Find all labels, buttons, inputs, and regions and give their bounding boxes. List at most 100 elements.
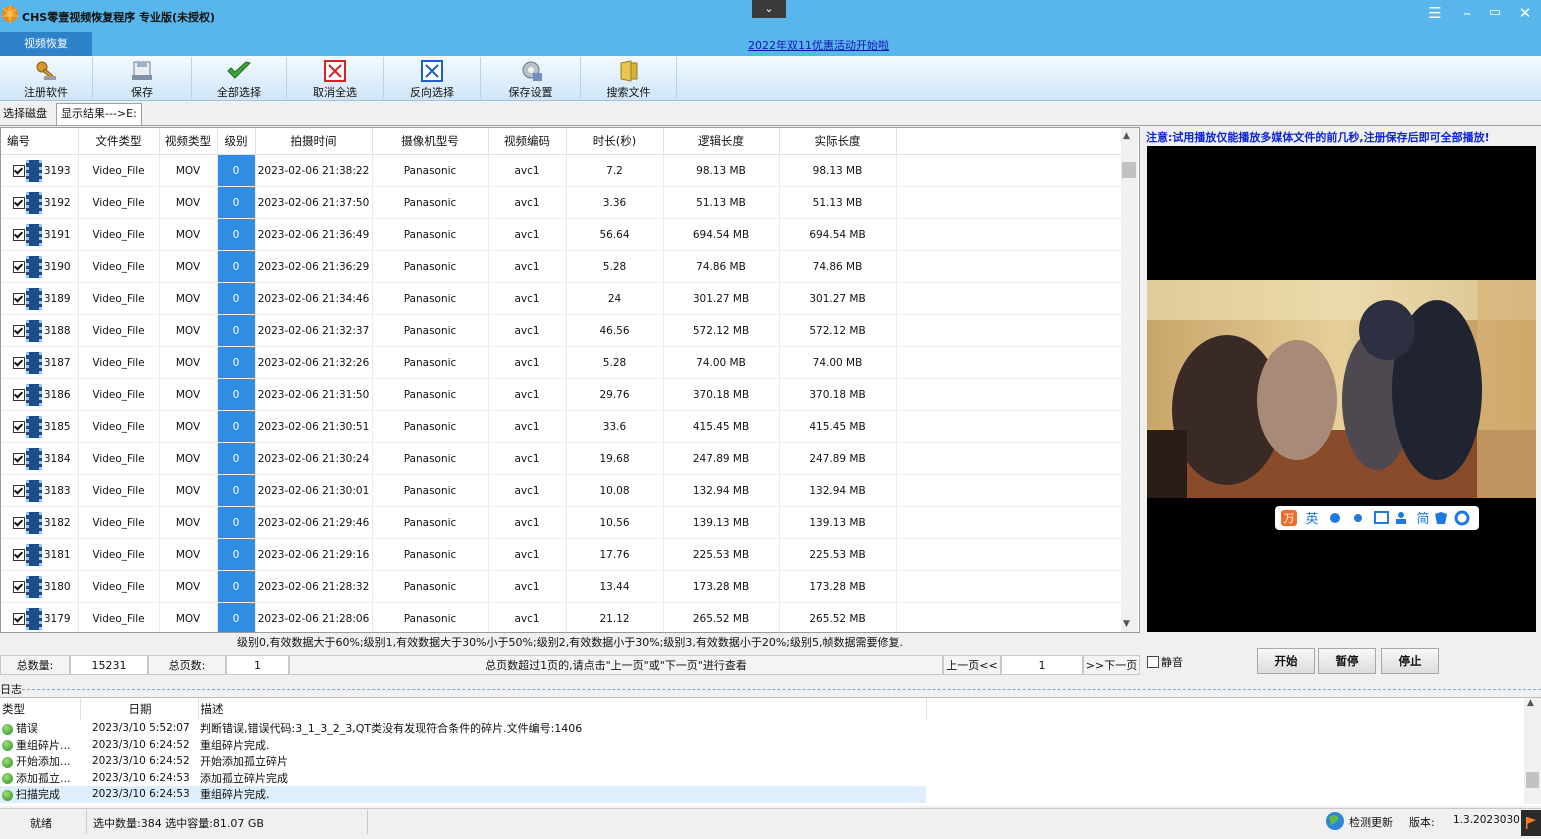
ime-toolbar[interactable]: 万 英 简 xyxy=(1275,506,1479,530)
table-row[interactable]: 3184 Video_File MOV 0 2023-02-06 21:30:24 Pan… xyxy=(1,442,1122,475)
table-row[interactable]: 3179 Video_File MOV 0 2023-02-06 21:28:06 Pan… xyxy=(1,602,1122,632)
column-header[interactable]: 视频类型 xyxy=(159,128,218,155)
log-vertical-scrollbar[interactable]: ▲ xyxy=(1524,698,1541,804)
save-settings-button[interactable]: 保存设置 xyxy=(481,57,581,99)
table-cell: 225.53 MB xyxy=(779,538,897,571)
prev-page-button[interactable]: 上一页<< xyxy=(943,655,1001,675)
mute-checkbox[interactable] xyxy=(1147,656,1159,668)
log-scroll-up-icon[interactable]: ▲ xyxy=(1527,698,1534,708)
row-checkbox[interactable] xyxy=(12,324,25,337)
save-button[interactable]: 保存 xyxy=(93,57,192,99)
ime-simplified-label[interactable]: 简 xyxy=(1416,511,1429,527)
restore-button[interactable]: ▭ xyxy=(1481,2,1509,24)
select-all-button[interactable]: 全部选择 xyxy=(192,57,287,99)
stop-button[interactable]: 停止 xyxy=(1381,648,1439,674)
table-row[interactable]: 3180 Video_File MOV 0 2023-02-06 21:28:32 Pan… xyxy=(1,570,1122,603)
tab-video-recovery[interactable]: 视频恢复 xyxy=(0,32,92,56)
title-dropdown-button[interactable]: ⌄ xyxy=(752,0,786,18)
menu-icon[interactable]: ☰ xyxy=(1421,2,1449,24)
row-checkbox[interactable] xyxy=(12,420,25,433)
invert-selection-button[interactable]: 反向选择 xyxy=(384,57,481,99)
log-row[interactable]: 错误 2023/3/10 5:52:07 判断错误,错误代码:3_1_3_2_3,Q… xyxy=(0,720,926,737)
row-checkbox[interactable] xyxy=(12,580,25,593)
column-header[interactable]: 文件类型 xyxy=(78,128,160,155)
row-checkbox[interactable] xyxy=(12,388,25,401)
column-header[interactable]: 时长(秒) xyxy=(566,128,664,155)
tab-select-disk[interactable]: 选择磁盘 xyxy=(0,104,50,124)
film-icon xyxy=(25,287,42,310)
row-checkbox[interactable] xyxy=(12,260,25,273)
table-row[interactable]: 3191 Video_File MOV 0 2023-02-06 21:36:49 Pan… xyxy=(1,218,1122,251)
table-cell: MOV xyxy=(159,506,218,539)
ime-english-label[interactable]: 英 xyxy=(1305,512,1318,527)
deselect-all-button[interactable]: 取消全选 xyxy=(287,57,384,99)
log-type-cell: 开始添加... xyxy=(0,753,80,770)
table-cell: 301.27 MB xyxy=(663,282,780,315)
window-title: CHS零壹视频恢复程序 专业版(未授权) xyxy=(22,11,216,24)
table-row[interactable]: 3192 Video_File MOV 0 2023-02-06 21:37:50 Pan… xyxy=(1,186,1122,219)
column-header[interactable]: 拍摄时间 xyxy=(255,128,373,155)
row-checkbox[interactable] xyxy=(12,516,25,529)
table-cell: 173.28 MB xyxy=(779,570,897,603)
table-row[interactable]: 3183 Video_File MOV 0 2023-02-06 21:30:01 Pan… xyxy=(1,474,1122,507)
table-cell: Panasonic xyxy=(372,570,489,603)
row-checkbox[interactable] xyxy=(12,548,25,561)
table-row[interactable]: 3189 Video_File MOV 0 2023-02-06 21:34:46 Pan… xyxy=(1,282,1122,315)
scroll-up-icon[interactable]: ▲ xyxy=(1123,131,1130,141)
log-row[interactable]: 重组碎片... 2023/3/10 6:24:52 重组碎片完成. xyxy=(0,737,926,754)
pause-button[interactable]: 暂停 xyxy=(1318,648,1376,674)
row-id-cell: 3188 xyxy=(1,314,79,347)
table-row[interactable]: 3182 Video_File MOV 0 2023-02-06 21:29:46 Pan… xyxy=(1,506,1122,539)
column-header[interactable]: 级别 xyxy=(217,128,256,155)
close-button[interactable]: ✕ xyxy=(1511,2,1539,24)
column-header[interactable]: 摄像机型号 xyxy=(372,128,489,155)
row-checkbox[interactable] xyxy=(12,228,25,241)
table-cell: 370.18 MB xyxy=(779,378,897,411)
table-row[interactable]: 3186 Video_File MOV 0 2023-02-06 21:31:50 Pan… xyxy=(1,378,1122,411)
play-start-button[interactable]: 开始 xyxy=(1257,648,1315,674)
log-row[interactable]: 开始添加... 2023/3/10 6:24:52 开始添加孤立碎片 xyxy=(0,753,926,770)
scroll-down-icon[interactable]: ▼ xyxy=(1123,619,1130,629)
column-header[interactable]: 实际长度 xyxy=(779,128,897,155)
next-page-button[interactable]: >>下一页 xyxy=(1083,655,1140,675)
column-header[interactable]: 编号 xyxy=(1,128,79,155)
table-cell: 0 xyxy=(217,346,256,379)
row-checkbox[interactable] xyxy=(12,484,25,497)
log-column-header[interactable]: 日期 xyxy=(80,698,199,720)
table-row[interactable]: 3193 Video_File MOV 0 2023-02-06 21:38:22 Pan… xyxy=(1,154,1122,187)
row-id: 3189 xyxy=(43,292,71,305)
tray-flag-icon[interactable] xyxy=(1521,810,1541,836)
column-header[interactable]: 视频编码 xyxy=(488,128,567,155)
row-id: 3186 xyxy=(43,388,71,401)
register-button[interactable]: 注册软件 xyxy=(0,57,93,99)
promo-link[interactable]: 2022年双11优惠活动开始啦 xyxy=(748,37,889,53)
current-page-input[interactable]: 1 xyxy=(1001,655,1083,675)
row-checkbox[interactable] xyxy=(12,612,25,625)
table-row[interactable]: 3190 Video_File MOV 0 2023-02-06 21:36:29 Pan… xyxy=(1,250,1122,283)
log-row[interactable]: 扫描完成 2023/3/10 6:24:53 重组碎片完成. xyxy=(0,786,926,803)
table-row[interactable]: 3181 Video_File MOV 0 2023-02-06 21:29:16 Pan… xyxy=(1,538,1122,571)
tab-results[interactable]: 显示结果--->E: xyxy=(56,103,142,125)
column-header[interactable]: 逻辑长度 xyxy=(663,128,780,155)
table-row[interactable]: 3185 Video_File MOV 0 2023-02-06 21:30:51 Pan… xyxy=(1,410,1122,443)
grid-scroll-thumb[interactable] xyxy=(1122,162,1136,178)
log-column-header[interactable]: 描述 xyxy=(198,698,927,720)
row-checkbox[interactable] xyxy=(12,196,25,209)
log-column-header[interactable]: 类型 xyxy=(0,698,81,720)
row-checkbox[interactable] xyxy=(12,164,25,177)
table-row[interactable]: 3187 Video_File MOV 0 2023-02-06 21:32:26 Pan… xyxy=(1,346,1122,379)
grid-vertical-scrollbar[interactable] xyxy=(1121,128,1138,632)
table-row[interactable]: 3188 Video_File MOV 0 2023-02-06 21:32:37 Pan… xyxy=(1,314,1122,347)
log-row[interactable]: 添加孤立... 2023/3/10 6:24:53 添加孤立碎片完成 xyxy=(0,770,926,787)
row-checkbox[interactable] xyxy=(12,356,25,369)
row-checkbox[interactable] xyxy=(12,452,25,465)
log-type-cell: 添加孤立... xyxy=(0,770,80,787)
log-scroll-thumb[interactable] xyxy=(1526,772,1539,788)
table-cell: 21.12 xyxy=(566,602,664,632)
row-checkbox[interactable] xyxy=(12,292,25,305)
check-update-link[interactable]: 检测更新 xyxy=(1349,814,1393,830)
table-cell: 139.13 MB xyxy=(779,506,897,539)
log-type-cell: 重组碎片... xyxy=(0,737,80,754)
minimize-button[interactable]: – xyxy=(1453,2,1481,24)
search-files-button[interactable]: 搜索文件 xyxy=(581,57,677,99)
